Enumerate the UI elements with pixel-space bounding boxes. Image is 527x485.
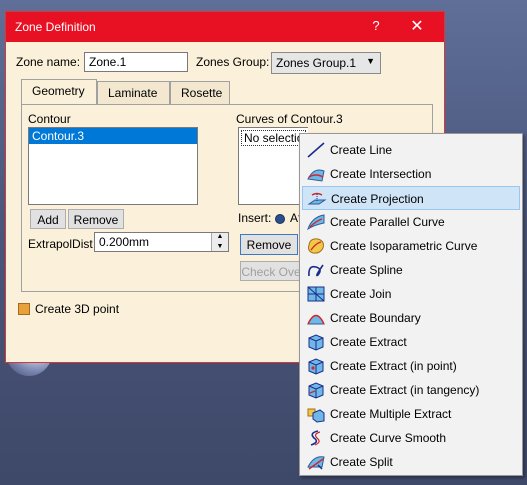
spline-icon	[308, 264, 324, 277]
line-icon	[307, 142, 325, 158]
context-menu: Create Line Create Intersection Create P…	[299, 133, 523, 476]
list-item[interactable]: No selection	[241, 130, 306, 146]
zones-group-label: Zones Group:	[196, 55, 270, 69]
extrapol-dist-label: ExtrapolDist	[28, 237, 93, 251]
title-bar: Zone Definition ? ✕	[6, 12, 444, 42]
menu-item-label: Create Isoparametric Curve	[330, 239, 478, 253]
menu-item-create-multiple-extract[interactable]: Create Multiple Extract	[302, 402, 520, 426]
menu-item-create-curve-smooth[interactable]: Create Curve Smooth	[302, 426, 520, 450]
tab-geometry[interactable]: Geometry	[21, 79, 97, 104]
menu-item-create-extract-in-point[interactable]: Create Extract (in point)	[302, 354, 520, 378]
contour-label: Contour	[28, 112, 71, 126]
extract-in-tangency-icon	[308, 382, 324, 399]
menu-item-create-boundary[interactable]: Create Boundary	[302, 306, 520, 330]
zone-name-label: Zone name:	[16, 55, 81, 69]
add-button[interactable]: Add	[30, 209, 66, 229]
check-overlap-button[interactable]: Check Ove	[240, 261, 302, 281]
menu-item-label: Create Join	[330, 287, 392, 301]
projection-icon	[307, 192, 327, 205]
menu-item-create-extract-in-tangency[interactable]: Create Extract (in tangency)	[302, 378, 520, 402]
spin-buttons[interactable]: ▲ ▼	[211, 233, 228, 251]
radio-after[interactable]	[275, 214, 285, 224]
remove-button[interactable]: Remove	[68, 209, 124, 229]
help-button[interactable]: ?	[364, 18, 388, 33]
menu-item-create-isoparametric-curve[interactable]: Create Isoparametric Curve	[302, 234, 520, 258]
curve-smooth-icon	[310, 430, 321, 446]
parallel-curve-icon	[307, 214, 325, 231]
menu-item-label: Create Multiple Extract	[330, 407, 452, 421]
dialog-title: Zone Definition	[15, 20, 96, 34]
close-button[interactable]: ✕	[402, 16, 432, 36]
menu-item-label: Create Parallel Curve	[330, 215, 445, 229]
menu-item-label: Create Intersection	[330, 167, 432, 181]
menu-item-label: Create Spline	[330, 263, 403, 277]
extract-icon	[308, 334, 324, 351]
create-3d-point-label: Create 3D point	[35, 302, 120, 316]
intersection-icon	[307, 169, 325, 182]
curves-label: Curves of Contour.3	[236, 112, 343, 126]
menu-item-create-intersection[interactable]: Create Intersection	[302, 162, 520, 186]
menu-item-create-projection[interactable]: Create Projection	[302, 186, 520, 210]
split-icon	[307, 456, 325, 470]
menu-item-label: Create Curve Smooth	[330, 431, 447, 445]
extract-in-point-icon	[308, 358, 324, 375]
multiple-extract-icon	[307, 408, 325, 423]
zones-group-select[interactable]: Zones Group.1 ▼	[271, 52, 381, 74]
menu-item-label: Create Split	[330, 455, 393, 469]
contour-list[interactable]: Contour.3	[28, 127, 198, 205]
spin-up-icon[interactable]: ▲	[212, 233, 228, 242]
menu-item-label: Create Line	[330, 143, 393, 157]
menu-item-label: Create Extract	[330, 335, 407, 349]
remove-curve-button[interactable]: Remove	[240, 234, 298, 255]
insert-label: Insert:	[238, 211, 272, 225]
menu-item-create-parallel-curve[interactable]: Create Parallel Curve	[302, 210, 520, 234]
menu-item-create-join[interactable]: Create Join	[302, 282, 520, 306]
menu-item-label: Create Projection	[331, 192, 424, 206]
menu-item-label: Create Boundary	[330, 311, 421, 325]
create-3d-point-checkbox[interactable]	[18, 303, 30, 315]
isoparametric-curve-icon	[308, 238, 324, 254]
menu-item-create-split[interactable]: Create Split	[302, 450, 520, 474]
extrapol-dist-value: 0.200mm	[99, 235, 150, 249]
curves-list[interactable]: No selection	[238, 127, 308, 205]
tab-laminate[interactable]: Laminate	[97, 81, 170, 104]
menu-item-create-extract[interactable]: Create Extract	[302, 330, 520, 354]
extrapol-dist-input[interactable]: 0.200mm ▲ ▼	[94, 232, 229, 252]
menu-item-label: Create Extract (in tangency)	[330, 383, 480, 397]
list-item[interactable]: Contour.3	[29, 128, 197, 144]
menu-item-label: Create Extract (in point)	[330, 359, 457, 373]
spin-down-icon[interactable]: ▼	[212, 242, 228, 251]
menu-item-create-line[interactable]: Create Line	[302, 138, 520, 162]
zones-group-value: Zones Group.1	[276, 56, 357, 70]
menu-item-create-spline[interactable]: Create Spline	[302, 258, 520, 282]
chevron-down-icon: ▼	[366, 56, 375, 66]
join-icon	[307, 286, 325, 302]
tab-rosette[interactable]: Rosette	[170, 81, 230, 104]
boundary-icon	[307, 314, 325, 325]
zone-name-input[interactable]: Zone.1	[84, 52, 188, 72]
